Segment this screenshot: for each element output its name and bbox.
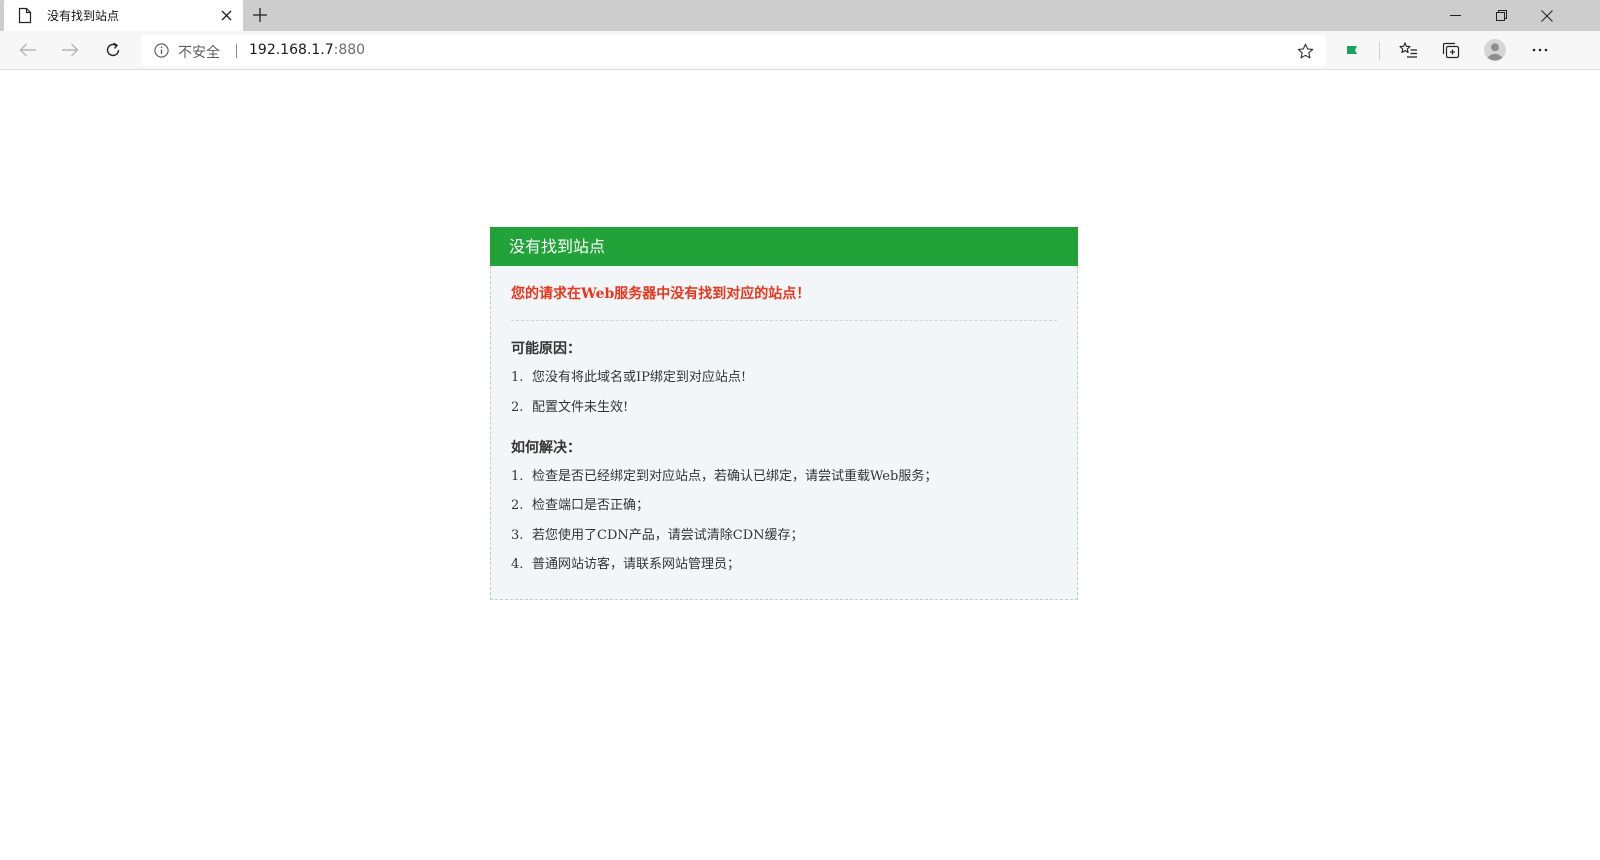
security-label[interactable]: 不安全 <box>178 42 220 62</box>
browser-toolbar: 不安全 192.168.1.7:880 <box>0 31 1600 70</box>
collections-icon[interactable] <box>1435 35 1467 65</box>
new-tab-plus-icon[interactable] <box>248 3 272 27</box>
list-item-text: 您没有将此域名或IP绑定到对应站点! <box>532 370 747 385</box>
info-icon[interactable] <box>154 43 170 59</box>
minimize-icon[interactable] <box>1432 0 1478 31</box>
url-host: 192.168.1.7 <box>249 42 334 58</box>
extension-flag-icon[interactable] <box>1336 35 1368 65</box>
favorites-list-icon[interactable] <box>1392 35 1424 65</box>
reasons-list: 1. 您没有将此域名或IP绑定到对应站点! 2. 配置文件未生效! <box>511 368 1057 418</box>
list-item-text: 若您使用了CDN产品，请尝试清除CDN缓存； <box>532 527 804 543</box>
address-bar[interactable]: 不安全 192.168.1.7:880 <box>141 35 1326 66</box>
solutions-list: 1. 检查是否已经绑定到对应站点，若确认已绑定，请尝试重载Web服务； 2. 检查端… <box>511 467 1057 576</box>
list-item: 4. 普通网站访客，请联系网站管理员； <box>511 555 1057 575</box>
favorite-star-icon[interactable] <box>1295 41 1315 61</box>
list-item-number: 2. <box>511 498 524 513</box>
address-divider <box>236 44 237 58</box>
panel-header-title: 没有找到站点 <box>490 227 1078 266</box>
back-arrow-icon[interactable] <box>12 35 44 65</box>
list-item-text: 配置文件未生效! <box>532 399 629 415</box>
restore-icon[interactable] <box>1478 0 1524 31</box>
list-item-text: 检查端口是否正确； <box>532 498 650 513</box>
list-item-number: 2. <box>511 399 524 415</box>
list-item-text: 普通网站访客，请联系网站管理员； <box>532 557 741 572</box>
reasons-title: 可能原因： <box>511 341 581 357</box>
list-item: 1. 您没有将此域名或IP绑定到对应站点! <box>511 368 1057 388</box>
solutions-title: 如何解决： <box>511 439 581 456</box>
tab-title: 没有找到站点 <box>47 9 120 23</box>
forward-arrow-icon[interactable] <box>54 35 86 65</box>
error-message: 您的请求在Web服务器中没有找到对应的站点！ <box>511 284 1057 321</box>
list-item-number: 1. <box>511 468 524 484</box>
error-panel: 没有找到站点 您的请求在Web服务器中没有找到对应的站点！ 可能原因： 1. 您没… <box>490 227 1078 600</box>
list-item-number: 1. <box>511 370 524 385</box>
browser-tab[interactable]: 没有找到站点 <box>4 0 243 31</box>
tab-close-icon[interactable] <box>218 7 234 23</box>
list-item-text: 检查是否已经绑定到对应站点，若确认已绑定，请尝试重载Web服务； <box>532 468 938 484</box>
page-icon <box>18 7 34 25</box>
url-text[interactable]: 192.168.1.7:880 <box>249 42 365 58</box>
tab-strip: 没有找到站点 <box>0 0 1600 31</box>
panel-body: 您的请求在Web服务器中没有找到对应的站点！ 可能原因： 1. 您没有将此域名或I… <box>490 266 1078 600</box>
list-item-number: 4. <box>511 557 524 572</box>
list-item: 1. 检查是否已经绑定到对应站点，若确认已绑定，请尝试重载Web服务； <box>511 467 1057 487</box>
toolbar-divider <box>1379 42 1380 60</box>
list-item: 3. 若您使用了CDN产品，请尝试清除CDN缓存； <box>511 526 1057 546</box>
list-item: 2. 检查端口是否正确； <box>511 496 1057 516</box>
refresh-icon[interactable] <box>97 35 129 65</box>
url-port: :880 <box>333 42 366 58</box>
list-item-number: 3. <box>511 527 524 543</box>
list-item: 2. 配置文件未生效! <box>511 398 1057 418</box>
close-window-icon[interactable] <box>1524 0 1570 31</box>
profile-avatar-icon[interactable] <box>1479 35 1511 65</box>
more-menu-icon[interactable] <box>1524 35 1556 65</box>
